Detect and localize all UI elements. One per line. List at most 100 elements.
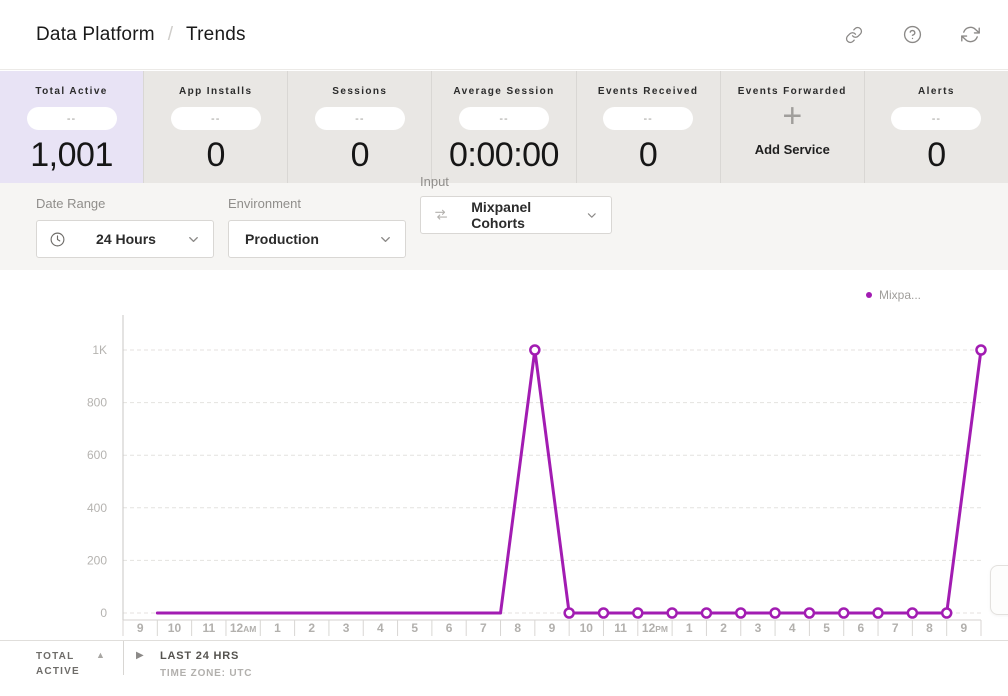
metric-card-events-forwarded[interactable]: Events Forwarded + Add Service: [721, 71, 865, 183]
metric-value: 0:00:00: [449, 137, 559, 174]
row-metric-label: TOTAL ACTIVE: [36, 649, 80, 679]
date-range-label: Date Range: [36, 196, 214, 211]
metric-cards-row: Total Active -- 1,001 App Installs -- 0 …: [0, 71, 1008, 183]
timezone-label: TIME ZONE: UTC: [160, 668, 252, 679]
environment-select[interactable]: Production: [228, 220, 406, 258]
page-header: Data Platform / Trends: [0, 0, 1008, 70]
data-point-marker[interactable]: [908, 609, 917, 618]
row-metric-label-line2: ACTIVE: [36, 664, 80, 679]
environment-value: Production: [245, 231, 319, 247]
plus-icon: +: [782, 101, 802, 131]
svg-text:9: 9: [549, 621, 556, 635]
series-line: [157, 350, 981, 613]
line-chart[interactable]: 02004006008001K9101112AM123456789101112P…: [0, 270, 1008, 640]
legend-dot-icon: [866, 292, 872, 298]
header-actions: [844, 25, 980, 45]
metric-delta-pill: --: [27, 107, 117, 130]
svg-text:4: 4: [377, 621, 384, 635]
date-range-value: 24 Hours: [96, 231, 156, 247]
data-point-markers[interactable]: [530, 346, 985, 618]
data-point-marker[interactable]: [874, 609, 883, 618]
data-point-marker[interactable]: [565, 609, 574, 618]
metric-card-sessions[interactable]: Sessions -- 0: [288, 71, 432, 183]
svg-text:1: 1: [686, 621, 693, 635]
metric-delta-pill: --: [315, 107, 405, 130]
breadcrumb-parent[interactable]: Data Platform: [36, 24, 155, 46]
environment-filter: Environment Production: [228, 196, 406, 258]
metric-label: Events Forwarded: [738, 86, 847, 97]
data-point-marker[interactable]: [668, 609, 677, 618]
breadcrumb-current: Trends: [186, 24, 246, 46]
svg-text:2: 2: [720, 621, 727, 635]
date-range-select[interactable]: 24 Hours: [36, 220, 214, 258]
svg-text:6: 6: [858, 621, 865, 635]
chart-footer: TOTAL ACTIVE ▲ ▶ LAST 24 HRS TIME ZONE: …: [0, 640, 1008, 696]
svg-text:1: 1: [274, 621, 281, 635]
help-button[interactable]: [902, 25, 922, 45]
range-label: LAST 24 HRS: [160, 650, 239, 662]
sort-ascending-icon[interactable]: ▲: [96, 650, 105, 660]
svg-text:200: 200: [87, 553, 107, 567]
metric-delta-pill: --: [891, 107, 981, 130]
metric-delta-pill: --: [603, 107, 693, 130]
svg-text:10: 10: [168, 621, 182, 635]
breadcrumb-separator: /: [168, 24, 173, 46]
metric-label: Events Received: [598, 86, 699, 97]
footer-divider: [123, 641, 124, 675]
svg-text:4: 4: [789, 621, 796, 635]
row-metric-label-line1: TOTAL: [36, 649, 80, 664]
metric-card-app-installs[interactable]: App Installs -- 0: [144, 71, 288, 183]
data-point-marker[interactable]: [771, 609, 780, 618]
share-link-button[interactable]: [844, 25, 864, 45]
metric-delta-pill: --: [459, 107, 549, 130]
svg-text:11: 11: [614, 621, 627, 635]
trends-chart-section: Mixpa... 02004006008001K9101112AM1234567…: [0, 270, 1008, 640]
metric-delta-pill: --: [171, 107, 261, 130]
data-point-marker[interactable]: [942, 609, 951, 618]
metric-card-total-active[interactable]: Total Active -- 1,001: [0, 71, 144, 183]
environment-label: Environment: [228, 196, 406, 211]
right-edge-panel-handle[interactable]: [990, 565, 1008, 615]
chevron-down-icon: [585, 208, 599, 223]
y-axis-labels: 0 200 400 600 800 1K: [87, 343, 107, 620]
svg-text:9: 9: [960, 621, 967, 635]
svg-text:800: 800: [87, 396, 107, 410]
svg-text:600: 600: [87, 448, 107, 462]
svg-text:8: 8: [514, 621, 521, 635]
clock-icon: [49, 231, 66, 248]
data-point-marker[interactable]: [633, 609, 642, 618]
data-point-marker[interactable]: [599, 609, 608, 618]
svg-text:9: 9: [137, 621, 144, 635]
metric-card-alerts[interactable]: Alerts -- 0: [865, 71, 1008, 183]
expand-row-icon[interactable]: ▶: [136, 650, 144, 661]
svg-text:7: 7: [480, 621, 487, 635]
svg-text:3: 3: [755, 621, 762, 635]
svg-text:8: 8: [926, 621, 933, 635]
add-service-button[interactable]: Add Service: [755, 142, 830, 157]
help-icon: [903, 25, 922, 44]
svg-text:12PM: 12PM: [642, 621, 668, 635]
svg-text:1K: 1K: [92, 343, 107, 357]
filter-bar: Date Range 24 Hours Environment Producti…: [0, 183, 1008, 270]
metric-card-average-session[interactable]: Average Session -- 0:00:00: [432, 71, 576, 183]
refresh-button[interactable]: [960, 25, 980, 45]
metric-label: Total Active: [35, 86, 107, 97]
svg-text:5: 5: [411, 621, 418, 635]
data-point-marker[interactable]: [530, 346, 539, 355]
data-point-marker[interactable]: [736, 609, 745, 618]
refresh-icon: [961, 25, 980, 44]
data-point-marker[interactable]: [805, 609, 814, 618]
metric-value: 0: [639, 137, 657, 174]
link-icon: [845, 26, 863, 44]
metric-card-events-received[interactable]: Events Received -- 0: [577, 71, 721, 183]
input-select[interactable]: Mixpanel Cohorts: [420, 196, 612, 234]
svg-text:0: 0: [100, 606, 107, 620]
svg-text:3: 3: [343, 621, 350, 635]
svg-text:400: 400: [87, 501, 107, 515]
data-point-marker[interactable]: [839, 609, 848, 618]
legend-item-mixpanel[interactable]: Mixpa...: [866, 288, 921, 302]
input-value: Mixpanel Cohorts: [471, 199, 577, 231]
data-point-marker[interactable]: [702, 609, 711, 618]
data-point-marker[interactable]: [977, 346, 986, 355]
metric-label: Alerts: [918, 86, 955, 97]
